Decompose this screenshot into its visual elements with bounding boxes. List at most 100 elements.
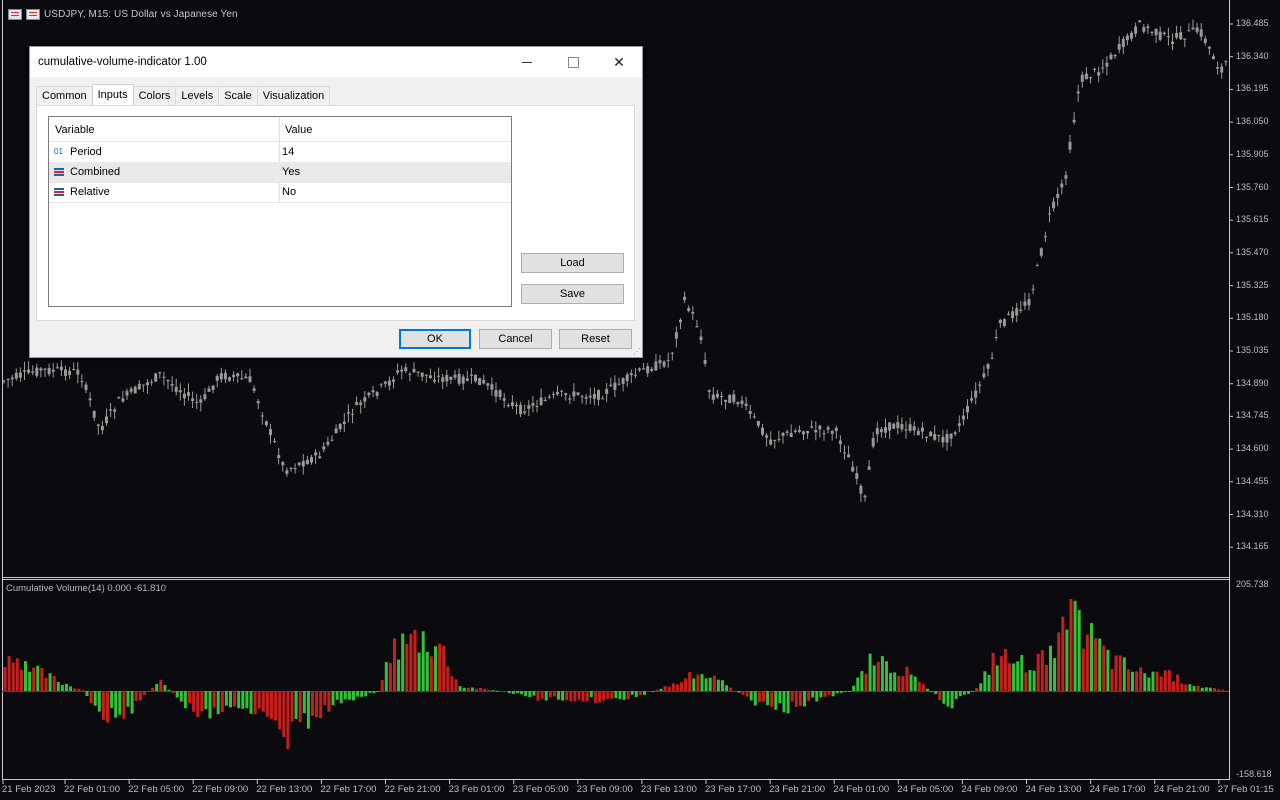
volume-bar: [938, 691, 942, 701]
tab-colors[interactable]: Colors: [132, 86, 177, 105]
time-tick-label: 24 Feb 21:00: [1153, 784, 1210, 795]
volume-bar: [438, 643, 442, 691]
volume-bar: [417, 652, 421, 691]
tab-scale[interactable]: Scale: [218, 86, 258, 105]
candle-body: [2, 380, 6, 382]
volume-bar: [65, 683, 68, 691]
price-tick-label: 134.890: [1236, 377, 1269, 388]
volume-bar: [339, 691, 343, 704]
save-button[interactable]: Save: [521, 284, 624, 304]
reset-button[interactable]: Reset: [559, 329, 632, 349]
volume-bar: [852, 685, 856, 691]
candle-body: [765, 435, 769, 438]
resize-grip-icon[interactable]: ⋰: [633, 348, 641, 356]
price-tick-label: 135.470: [1236, 246, 1269, 257]
grid-row-relative[interactable]: Relative No: [49, 182, 511, 203]
volume-bar: [1057, 632, 1061, 691]
candle-body: [802, 431, 805, 435]
candle-body: [137, 383, 141, 390]
candle-body: [740, 400, 744, 404]
candle-body: [1117, 44, 1121, 50]
candle-body: [666, 359, 670, 361]
variable-column-header[interactable]: Variable: [55, 124, 95, 136]
candle-body: [900, 424, 904, 430]
tab-inputs[interactable]: Inputs: [91, 84, 134, 105]
candle-body: [707, 390, 711, 392]
volume-histogram: [3, 598, 1229, 750]
candle-body: [1175, 33, 1179, 38]
tab-common[interactable]: Common: [36, 86, 93, 105]
price-tick-label: 134.745: [1236, 410, 1269, 421]
candle-body: [445, 375, 449, 382]
volume-bar: [573, 691, 577, 702]
candle-body: [1154, 28, 1158, 36]
volume-bar: [479, 688, 483, 691]
close-button[interactable]: ✕: [596, 47, 642, 77]
candle-body: [281, 462, 285, 466]
candle-body: [597, 390, 600, 400]
volume-bar: [589, 691, 593, 698]
grid-row-period[interactable]: 01 Period 14: [49, 142, 511, 163]
volume-bar: [114, 691, 118, 718]
candle-body: [400, 369, 404, 372]
grid-row-combined[interactable]: Combined Yes: [49, 162, 511, 183]
candle-body: [793, 430, 797, 432]
candle-body: [310, 457, 313, 463]
volume-bar: [692, 678, 696, 691]
candle-body: [916, 430, 920, 435]
dialog-titlebar[interactable]: cumulative-volume-indicator 1.00 ✕: [30, 47, 642, 77]
candle-body: [387, 380, 391, 386]
volume-bar: [1122, 657, 1126, 691]
candle-body: [31, 371, 35, 373]
price-tick-label: 134.600: [1236, 443, 1269, 454]
volume-bar: [52, 676, 56, 691]
candle-body: [1179, 32, 1183, 40]
candle-body: [1043, 236, 1047, 238]
param-value[interactable]: 14: [282, 146, 294, 158]
candle-body: [256, 401, 260, 404]
volume-bar: [372, 691, 376, 694]
volume-bar: [261, 691, 265, 712]
candle-body: [961, 415, 965, 420]
param-name: Combined: [70, 166, 121, 178]
minimize-button[interactable]: [504, 47, 550, 77]
time-tick-label: 24 Feb 05:00: [897, 784, 954, 795]
ok-button[interactable]: OK: [399, 329, 471, 349]
candle-body: [695, 326, 699, 328]
volume-bar: [524, 691, 528, 697]
maximize-button[interactable]: [550, 47, 596, 77]
candle-body: [240, 378, 244, 380]
candle-body: [769, 439, 773, 445]
tab-visualization[interactable]: Visualization: [256, 86, 331, 105]
candle-body: [474, 374, 477, 382]
candle-body: [35, 367, 39, 376]
volume-bar: [520, 691, 524, 695]
candle-body: [1035, 265, 1039, 267]
cancel-button[interactable]: Cancel: [479, 329, 552, 349]
candle-body: [1207, 46, 1211, 49]
value-column-header[interactable]: Value: [285, 124, 312, 136]
tab-levels[interactable]: Levels: [175, 86, 220, 105]
volume-bar: [110, 691, 114, 708]
volume-bar: [602, 691, 606, 701]
volume-bar: [364, 691, 368, 697]
volume-bar: [470, 687, 474, 691]
param-value[interactable]: Yes: [282, 166, 300, 178]
param-value[interactable]: No: [282, 186, 296, 198]
volume-bar: [651, 691, 655, 692]
price-tick-label: 135.035: [1236, 345, 1269, 355]
candle-body: [84, 384, 88, 390]
candle-body: [1007, 314, 1010, 316]
candle-body: [1039, 248, 1043, 256]
candle-body: [547, 396, 551, 398]
volume-bar: [229, 691, 232, 708]
candle-body: [777, 438, 781, 440]
load-button[interactable]: Load: [521, 253, 624, 273]
candle-body: [1080, 74, 1084, 82]
volume-bar: [163, 685, 167, 691]
candle-body: [687, 308, 691, 312]
candle-body: [761, 427, 764, 435]
volume-bar: [1012, 663, 1016, 691]
candle-body: [1121, 39, 1125, 48]
volume-bar: [786, 691, 790, 714]
